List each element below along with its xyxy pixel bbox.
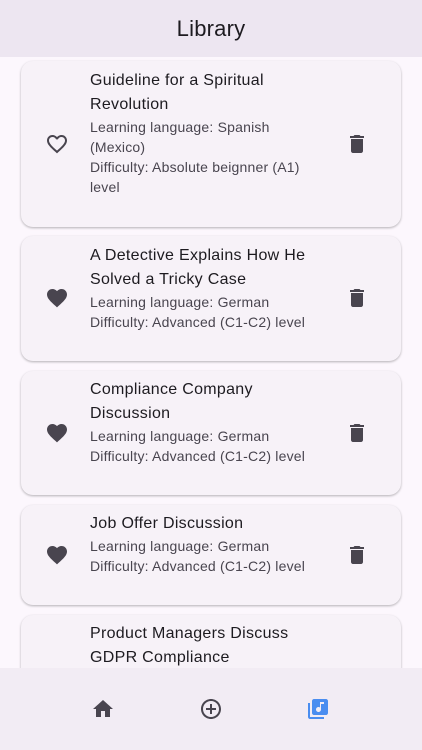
item-difficulty: Difficulty: Advanced (C1-C2) level — [90, 314, 306, 330]
heart-filled-icon[interactable] — [45, 421, 69, 445]
library-item-text: Guideline for a Spiritual Revolution Lea… — [90, 69, 322, 197]
item-language: Learning language: German — [90, 294, 270, 310]
nav-add[interactable] — [199, 697, 223, 721]
trash-icon[interactable] — [345, 132, 369, 156]
item-difficulty: Difficulty: Advanced (C1-C2) level — [90, 448, 306, 464]
library-item-card[interactable]: Product Managers Discuss GDPR Compliance — [21, 615, 401, 668]
library-item-text: Product Managers Discuss GDPR Compliance — [90, 622, 322, 668]
item-difficulty: Difficulty: Absolute beignner (A1) level — [90, 159, 300, 195]
add-circle-icon — [201, 699, 221, 719]
trash-icon[interactable] — [345, 543, 369, 567]
library-music-icon — [308, 699, 328, 719]
library-list[interactable]: Guideline for a Spiritual Revolution Lea… — [0, 57, 422, 668]
app-bar: Library — [0, 0, 422, 57]
library-item-card[interactable]: Job Offer Discussion Learning language: … — [21, 505, 401, 605]
trash-icon[interactable] — [345, 421, 369, 445]
nav-home[interactable] — [91, 697, 115, 721]
item-difficulty: Difficulty: Advanced (C1-C2) level — [90, 558, 306, 574]
heart-filled-icon[interactable] — [45, 286, 69, 310]
item-language: Learning language: Spanish (Mexico) — [90, 119, 270, 155]
library-item-card[interactable]: Compliance Company Discussion Learning l… — [21, 371, 401, 495]
bottom-navigation — [0, 668, 422, 750]
heart-outline-icon[interactable] — [45, 132, 69, 156]
item-title: Product Managers Discuss GDPR Compliance — [90, 625, 289, 666]
home-icon — [93, 700, 113, 717]
library-item-text: A Detective Explains How He Solved a Tri… — [90, 244, 322, 332]
item-title: Compliance Company Discussion — [90, 381, 253, 422]
heart-filled-icon[interactable] — [45, 543, 69, 567]
nav-library[interactable] — [306, 697, 330, 721]
item-title: Job Offer Discussion — [90, 515, 244, 532]
page-title: Library — [176, 15, 246, 41]
item-title: Guideline for a Spiritual Revolution — [90, 72, 264, 113]
library-item-text: Job Offer Discussion Learning language: … — [90, 512, 322, 576]
trash-icon[interactable] — [345, 286, 369, 310]
library-item-text: Compliance Company Discussion Learning l… — [90, 378, 322, 466]
library-item-card[interactable]: Guideline for a Spiritual Revolution Lea… — [21, 61, 401, 227]
item-language: Learning language: German — [90, 428, 270, 444]
item-language: Learning language: German — [90, 538, 270, 554]
library-item-card[interactable]: A Detective Explains How He Solved a Tri… — [21, 236, 401, 361]
item-title: A Detective Explains How He Solved a Tri… — [90, 247, 306, 288]
